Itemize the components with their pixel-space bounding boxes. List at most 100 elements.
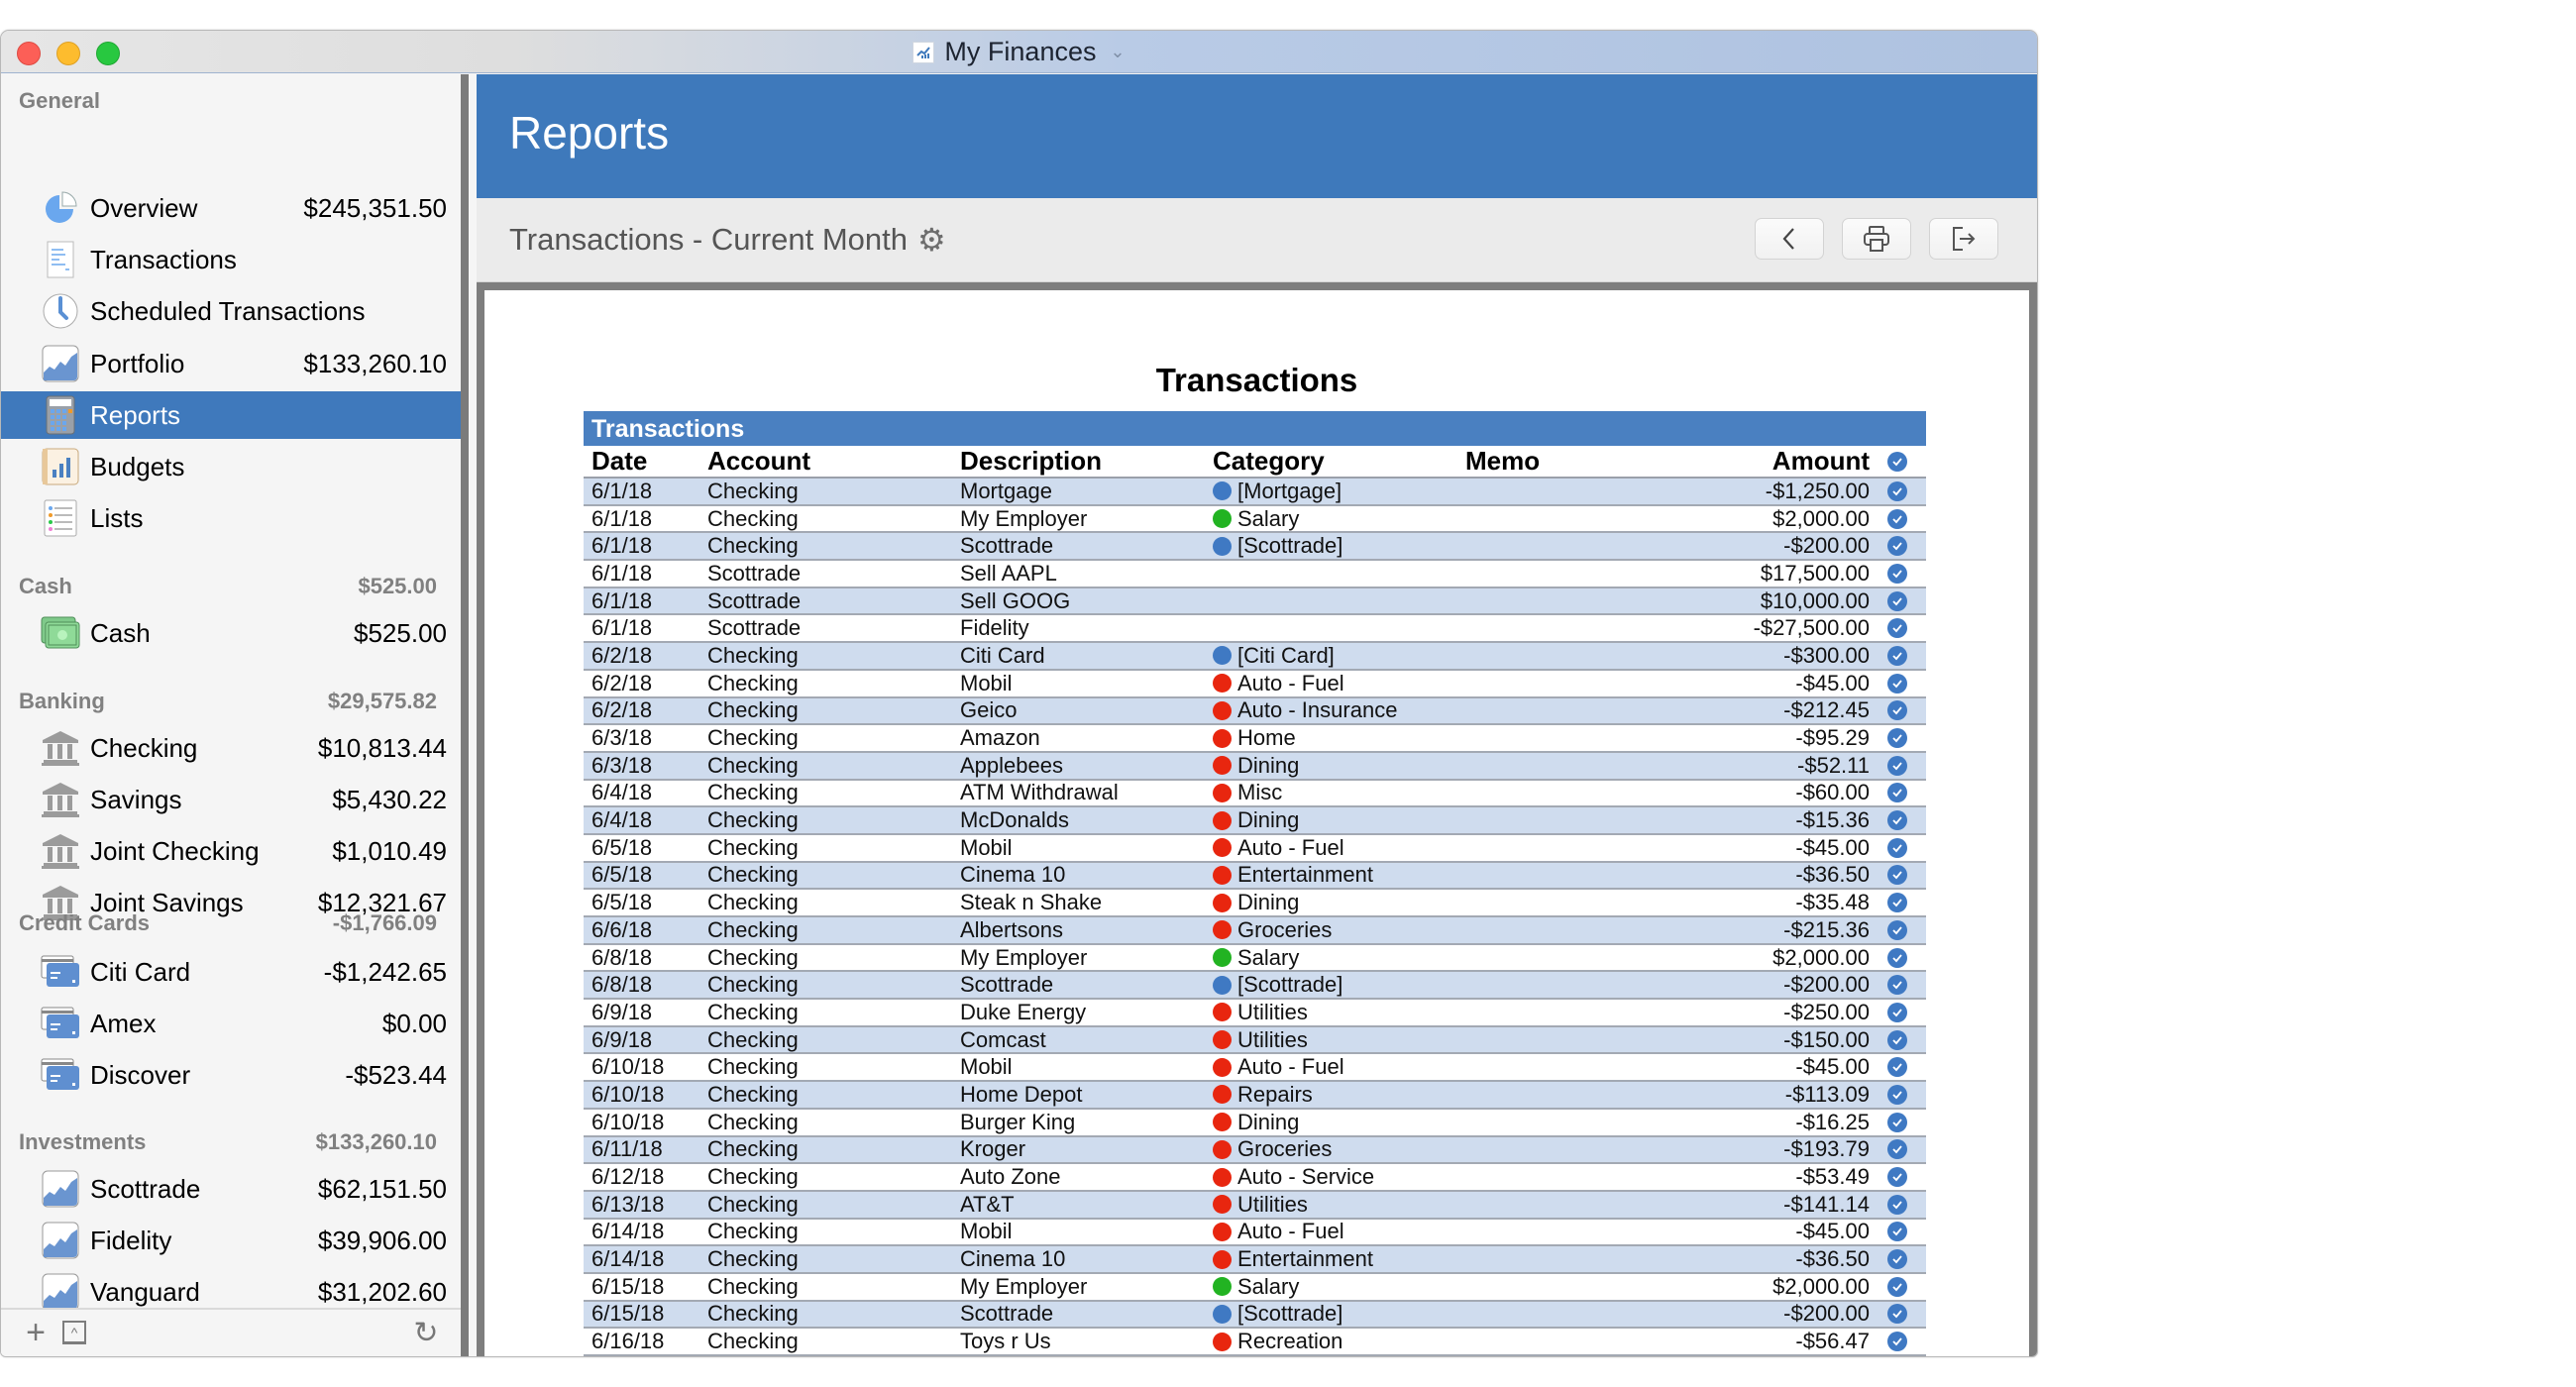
sidebar-item-cash[interactable]: Cash $525.00 [1, 609, 461, 657]
sidebar-section-banking[interactable]: Banking $29,575.82 [19, 687, 437, 716]
cash-icon [41, 613, 80, 653]
table-row[interactable]: 6/2/18 Checking Mobil Auto - Fuel -$45.00 [584, 671, 1926, 698]
description-cell: Steak n Shake [960, 890, 1103, 915]
sidebar-section-credit-cards[interactable]: Credit Cards -$1,766.09 [19, 908, 437, 938]
cleared-check-icon [1886, 728, 1907, 749]
sidebar-item-amex[interactable]: Amex $0.00 [1, 1000, 461, 1047]
table-row[interactable]: 6/10/18 Checking Mobil Auto - Fuel -$45.00 [584, 1054, 1926, 1083]
date-cell: 6/9/18 [591, 999, 653, 1024]
table-row[interactable]: 6/1/18 Checking Scottrade [Scottrade] -$200.… [584, 533, 1926, 562]
account-cell: Checking [707, 752, 799, 778]
date-cell: 6/1/18 [591, 533, 653, 559]
description-cell: Home Depot [960, 1081, 1083, 1107]
sidebar-item-savings[interactable]: Savings $5,430.22 [1, 776, 461, 823]
category-color-dot-icon [1213, 920, 1232, 940]
account-cell: Checking [707, 1054, 799, 1080]
table-row[interactable]: 6/14/18 Checking Mobil Auto - Fuel -$45.00 [584, 1219, 1926, 1247]
add-account-button[interactable]: + [21, 1314, 51, 1351]
table-row[interactable]: 6/9/18 Checking Duke Energy Utilities -$250.… [584, 1000, 1926, 1027]
window-title[interactable]: My Finances ⌄ [1, 31, 2037, 73]
sidebar-item-portfolio[interactable]: Portfolio $133,260.10 [1, 340, 461, 387]
date-cell: 6/9/18 [591, 1026, 653, 1052]
collapse-icon[interactable]: ^ [62, 1321, 86, 1344]
table-row[interactable]: 6/4/18 Checking McDonalds Dining -$15.36 [584, 807, 1926, 835]
date-cell: 6/1/18 [591, 478, 653, 503]
table-row[interactable]: 6/1/18 Scottrade Fidelity -$27,500.00 [584, 615, 1926, 644]
sidebar-bottom-bar: + ^ ↻ [1, 1308, 461, 1356]
table-row[interactable]: 6/1/18 Scottrade Sell GOOG $10,000.00 [584, 588, 1926, 616]
sidebar-item-scottrade[interactable]: Scottrade $62,151.50 [1, 1165, 461, 1213]
sidebar-item-budgets[interactable]: Budgets [1, 443, 461, 490]
print-button[interactable] [1842, 218, 1911, 260]
sidebar-item-scheduled-transactions[interactable]: Scheduled Transactions [1, 287, 461, 335]
description-cell: Auto Zone [960, 1164, 1061, 1190]
category-label: Utilities [1237, 1191, 1308, 1217]
table-row[interactable]: 6/1/18 Scottrade Sell AAPL $17,500.00 [584, 561, 1926, 588]
chevron-down-icon[interactable]: ⌄ [1110, 42, 1125, 62]
section-total: $525.00 [358, 574, 437, 598]
table-row[interactable]: 6/5/18 Checking Steak n Shake Dining -$35.48 [584, 890, 1926, 917]
report-selector[interactable]: Transactions - Current Month ⚙ [509, 222, 946, 258]
bank-icon [41, 728, 80, 768]
table-row[interactable]: 6/9/18 Checking Comcast Utilities -$150.00 [584, 1027, 1926, 1055]
cleared-check-icon [1886, 783, 1907, 803]
sidebar-item-joint-checking[interactable]: Joint Checking $1,010.49 [1, 827, 461, 875]
sidebar-item-transactions[interactable]: Transactions [1, 236, 461, 283]
account-cell: Checking [707, 697, 799, 723]
sidebar-list[interactable]: General Overview $245,351.50 Transactions Sc… [1, 74, 461, 1308]
table-row[interactable]: 6/10/18 Checking Burger King Dining -$16.25 [584, 1110, 1926, 1137]
sidebar-section-cash[interactable]: Cash $525.00 [19, 572, 437, 601]
sidebar-item-lists[interactable]: Lists [1, 494, 461, 542]
cleared-cell [1870, 1084, 1924, 1105]
table-row[interactable]: 6/1/18 Checking Mortgage [Mortgage] -$1,250.… [584, 479, 1926, 506]
table-row[interactable]: 6/3/18 Checking Amazon Home -$95.29 [584, 725, 1926, 753]
table-row[interactable]: 6/2/18 Checking Geico Auto - Insurance -$212… [584, 697, 1926, 726]
sidebar-item-overview[interactable]: Overview $245,351.50 [1, 184, 461, 232]
table-row[interactable]: 6/8/18 Checking My Employer Salary $2,000.00 [584, 945, 1926, 973]
table-row[interactable]: 6/10/18 Checking Home Depot Repairs -$113.09 [584, 1082, 1926, 1110]
table-row[interactable]: 6/12/18 Checking Auto Zone Auto - Service -$… [584, 1164, 1926, 1192]
cleared-cell [1870, 618, 1924, 639]
cleared-cell [1870, 1139, 1924, 1160]
table-row[interactable]: 6/14/18 Checking Cinema 10 Entertainment -$3… [584, 1246, 1926, 1274]
category-cell: Salary [1213, 945, 1465, 971]
table-row[interactable]: 6/1/18 Checking My Employer Salary $2,000.00 [584, 506, 1926, 534]
sidebar-item-fidelity[interactable]: Fidelity $39,906.00 [1, 1217, 461, 1264]
table-row[interactable]: 6/4/18 Checking ATM Withdrawal Misc -$60.00 [584, 780, 1926, 808]
sidebar-item-checking[interactable]: Checking $10,813.44 [1, 724, 461, 772]
table-row[interactable]: 6/6/18 Checking Albertsons Groceries -$215.3… [584, 917, 1926, 945]
sidebar-item-citi-card[interactable]: Citi Card -$1,242.65 [1, 948, 461, 996]
table-row[interactable]: 6/5/18 Checking Mobil Auto - Fuel -$45.00 [584, 835, 1926, 863]
back-button[interactable] [1755, 218, 1824, 260]
table-row[interactable]: 6/16/18 Checking Toys r Us Recreation -$56.4… [584, 1329, 1926, 1356]
table-row[interactable]: 6/13/18 Checking AT&T Utilities -$141.14 [584, 1192, 1926, 1220]
column-header-category: Category [1213, 446, 1325, 476]
export-button[interactable] [1929, 218, 1998, 260]
category-color-dot-icon [1213, 1249, 1232, 1269]
cleared-cell [1870, 1222, 1924, 1242]
gear-icon[interactable]: ⚙ [917, 224, 946, 256]
table-row[interactable]: 6/5/18 Checking Cinema 10 Entertainment -$36… [584, 862, 1926, 891]
table-row[interactable]: 6/3/18 Checking Applebees Dining -$52.11 [584, 753, 1926, 781]
table-row[interactable]: 6/8/18 Checking Scottrade [Scottrade] -$200.… [584, 972, 1926, 1001]
receipt-icon [41, 240, 80, 279]
account-cell: Checking [707, 725, 799, 751]
sidebar-item-discover[interactable]: Discover -$523.44 [1, 1051, 461, 1099]
sidebar-section-investments[interactable]: Investments $133,260.10 [19, 1127, 437, 1157]
table-row[interactable]: 6/2/18 Checking Citi Card [Citi Card] -$300.… [584, 643, 1926, 671]
account-cell: Checking [707, 972, 799, 998]
sidebar-item-vanguard[interactable]: Vanguard $31,202.60 [1, 1268, 461, 1308]
sidebar-section-general[interactable]: General [19, 86, 437, 116]
table-row[interactable]: 6/15/18 Checking Scottrade [Scottrade] -$200… [584, 1301, 1926, 1330]
budget-book-icon [41, 447, 80, 486]
refresh-icon[interactable]: ↻ [411, 1317, 441, 1349]
date-cell: 6/4/18 [591, 807, 653, 833]
sidebar-item-reports[interactable]: Reports [1, 391, 461, 439]
date-cell: 6/2/18 [591, 642, 653, 668]
table-row[interactable]: 6/15/18 Checking My Employer Salary $2,000.0… [584, 1274, 1926, 1302]
table-row[interactable]: 6/11/18 Checking Kroger Groceries -$193.79 [584, 1136, 1926, 1165]
amount-cell: -$1,250.00 [1765, 478, 1870, 503]
report-page[interactable]: Transactions Transactions Date Account D… [484, 290, 2029, 1356]
category-label: [Mortgage] [1237, 478, 1342, 503]
category-label: Auto - Fuel [1237, 670, 1344, 695]
